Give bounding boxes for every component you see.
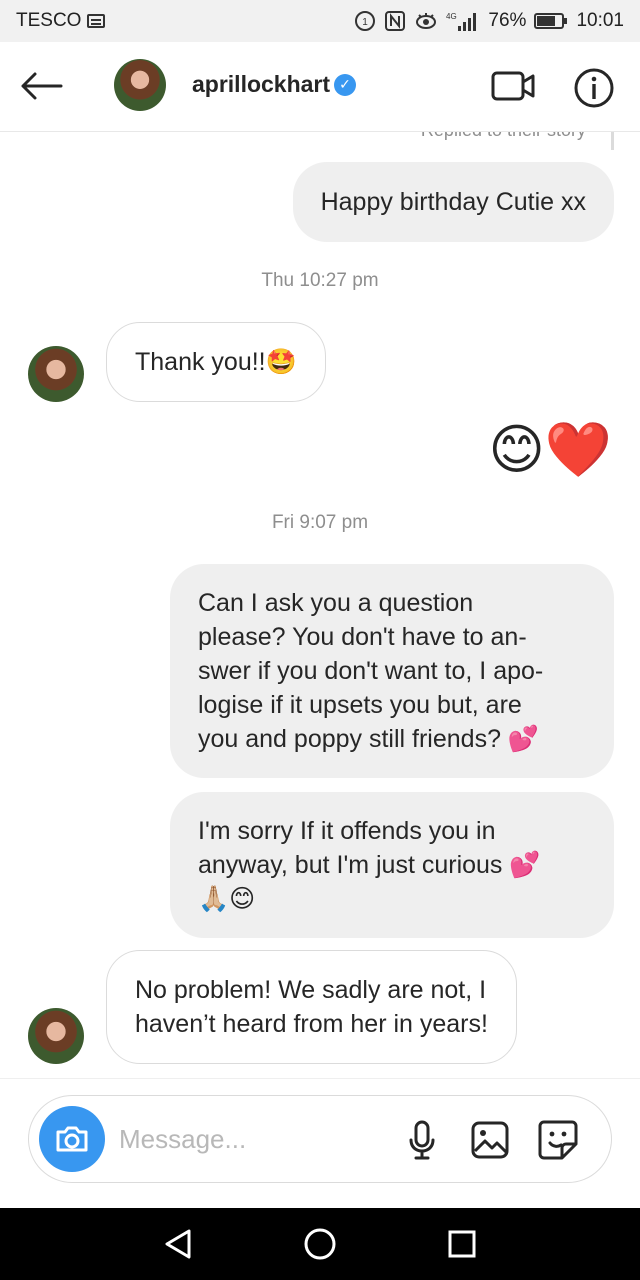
clock: 10:01 [576,10,624,31]
message-text: Happy birthday Cutie xx [320,188,586,216]
message-text: Thank you!!🤩 [135,348,297,376]
carrier-name: TESCO [16,10,82,31]
circle-home-icon [304,1228,336,1260]
camera-icon [56,1126,88,1152]
message-line: No problem! We sadly are not, I [135,976,487,1004]
video-call-icon [491,71,535,101]
message-line: logise if it upsets you but, are [198,691,522,719]
status-right: 1 4G 76% 10:01 [354,10,624,32]
video-call-button[interactable] [490,66,538,106]
gallery-icon [471,1121,509,1159]
square-recents-icon [448,1230,476,1258]
message-composer [28,1095,612,1183]
microphone-icon [409,1120,435,1160]
signal-icon: 4G [446,10,480,32]
back-arrow-icon [21,72,63,100]
message-line: I'm sorry If it offends you in [198,817,496,845]
voice-message-button[interactable] [399,1117,445,1163]
triangle-back-icon [165,1229,191,1259]
nav-recents-button[interactable] [438,1222,486,1266]
story-reply-divider [611,132,614,150]
back-button[interactable] [16,64,66,108]
message-line: swer if you don't want to, I apo- [198,657,544,685]
sender-avatar[interactable] [28,346,84,402]
svg-text:4G: 4G [446,12,457,21]
battery-icon [534,12,568,30]
message-line: anyway, but I'm just curious 💕 [198,851,541,879]
info-button[interactable] [572,66,616,110]
message-line: Can I ask you a question [198,589,474,617]
nfc-icon [384,10,406,32]
username-text: aprillockhart [192,71,331,97]
verified-badge-icon: ✓ [334,73,357,96]
nav-back-button[interactable] [154,1222,202,1266]
nav-home-button[interactable] [296,1222,344,1266]
carrier-icon [87,14,106,28]
username-link[interactable]: aprillockhart ✓ [192,71,357,98]
message-bubble-incoming[interactable]: No problem! We sadly are not, I haven’t … [106,950,517,1064]
message-line: haven’t heard from her in years! [135,1010,488,1038]
emoji-message[interactable]: 😊❤️ [488,420,612,480]
message-bubble-outgoing[interactable]: I'm sorry If it offends you in anyway, b… [170,792,614,938]
message-bubble-incoming[interactable]: Thank you!!🤩 [106,322,326,402]
sim-icon: 1 [354,10,376,32]
message-line: please? You don't have to an- [198,623,527,651]
message-timestamp: Fri 9:07 pm [271,512,369,533]
system-navigation-bar [0,1208,640,1280]
svg-text:1: 1 [363,17,369,28]
conversation-header: aprillockhart ✓ [0,42,640,132]
sticker-icon [538,1120,578,1160]
message-bubble-outgoing[interactable]: Happy birthday Cutie xx [292,162,614,242]
message-thread[interactable]: Replied to their story Happy birthday Cu… [0,132,640,1078]
composer-bar [0,1078,640,1208]
sticker-button[interactable] [535,1117,581,1163]
sender-avatar[interactable] [28,1008,84,1064]
status-bar: TESCO 1 4G 76% 10:01 [0,0,640,42]
status-left: TESCO [16,10,106,32]
info-icon [574,68,614,108]
replied-to-story-label: Replied to their story [421,132,586,141]
eye-comfort-icon [414,11,438,31]
message-input[interactable] [119,1116,389,1162]
message-line: you and poppy still friends? 💕 [198,725,540,753]
message-bubble-outgoing[interactable]: Can I ask you a question please? You don… [170,564,614,778]
message-line: 🙏🏼😊 [198,885,256,913]
message-timestamp: Thu 10:27 pm [261,270,379,291]
camera-button[interactable] [39,1106,105,1172]
gallery-button[interactable] [467,1117,513,1163]
battery-percent: 76% [488,10,527,31]
profile-avatar[interactable] [114,59,166,111]
